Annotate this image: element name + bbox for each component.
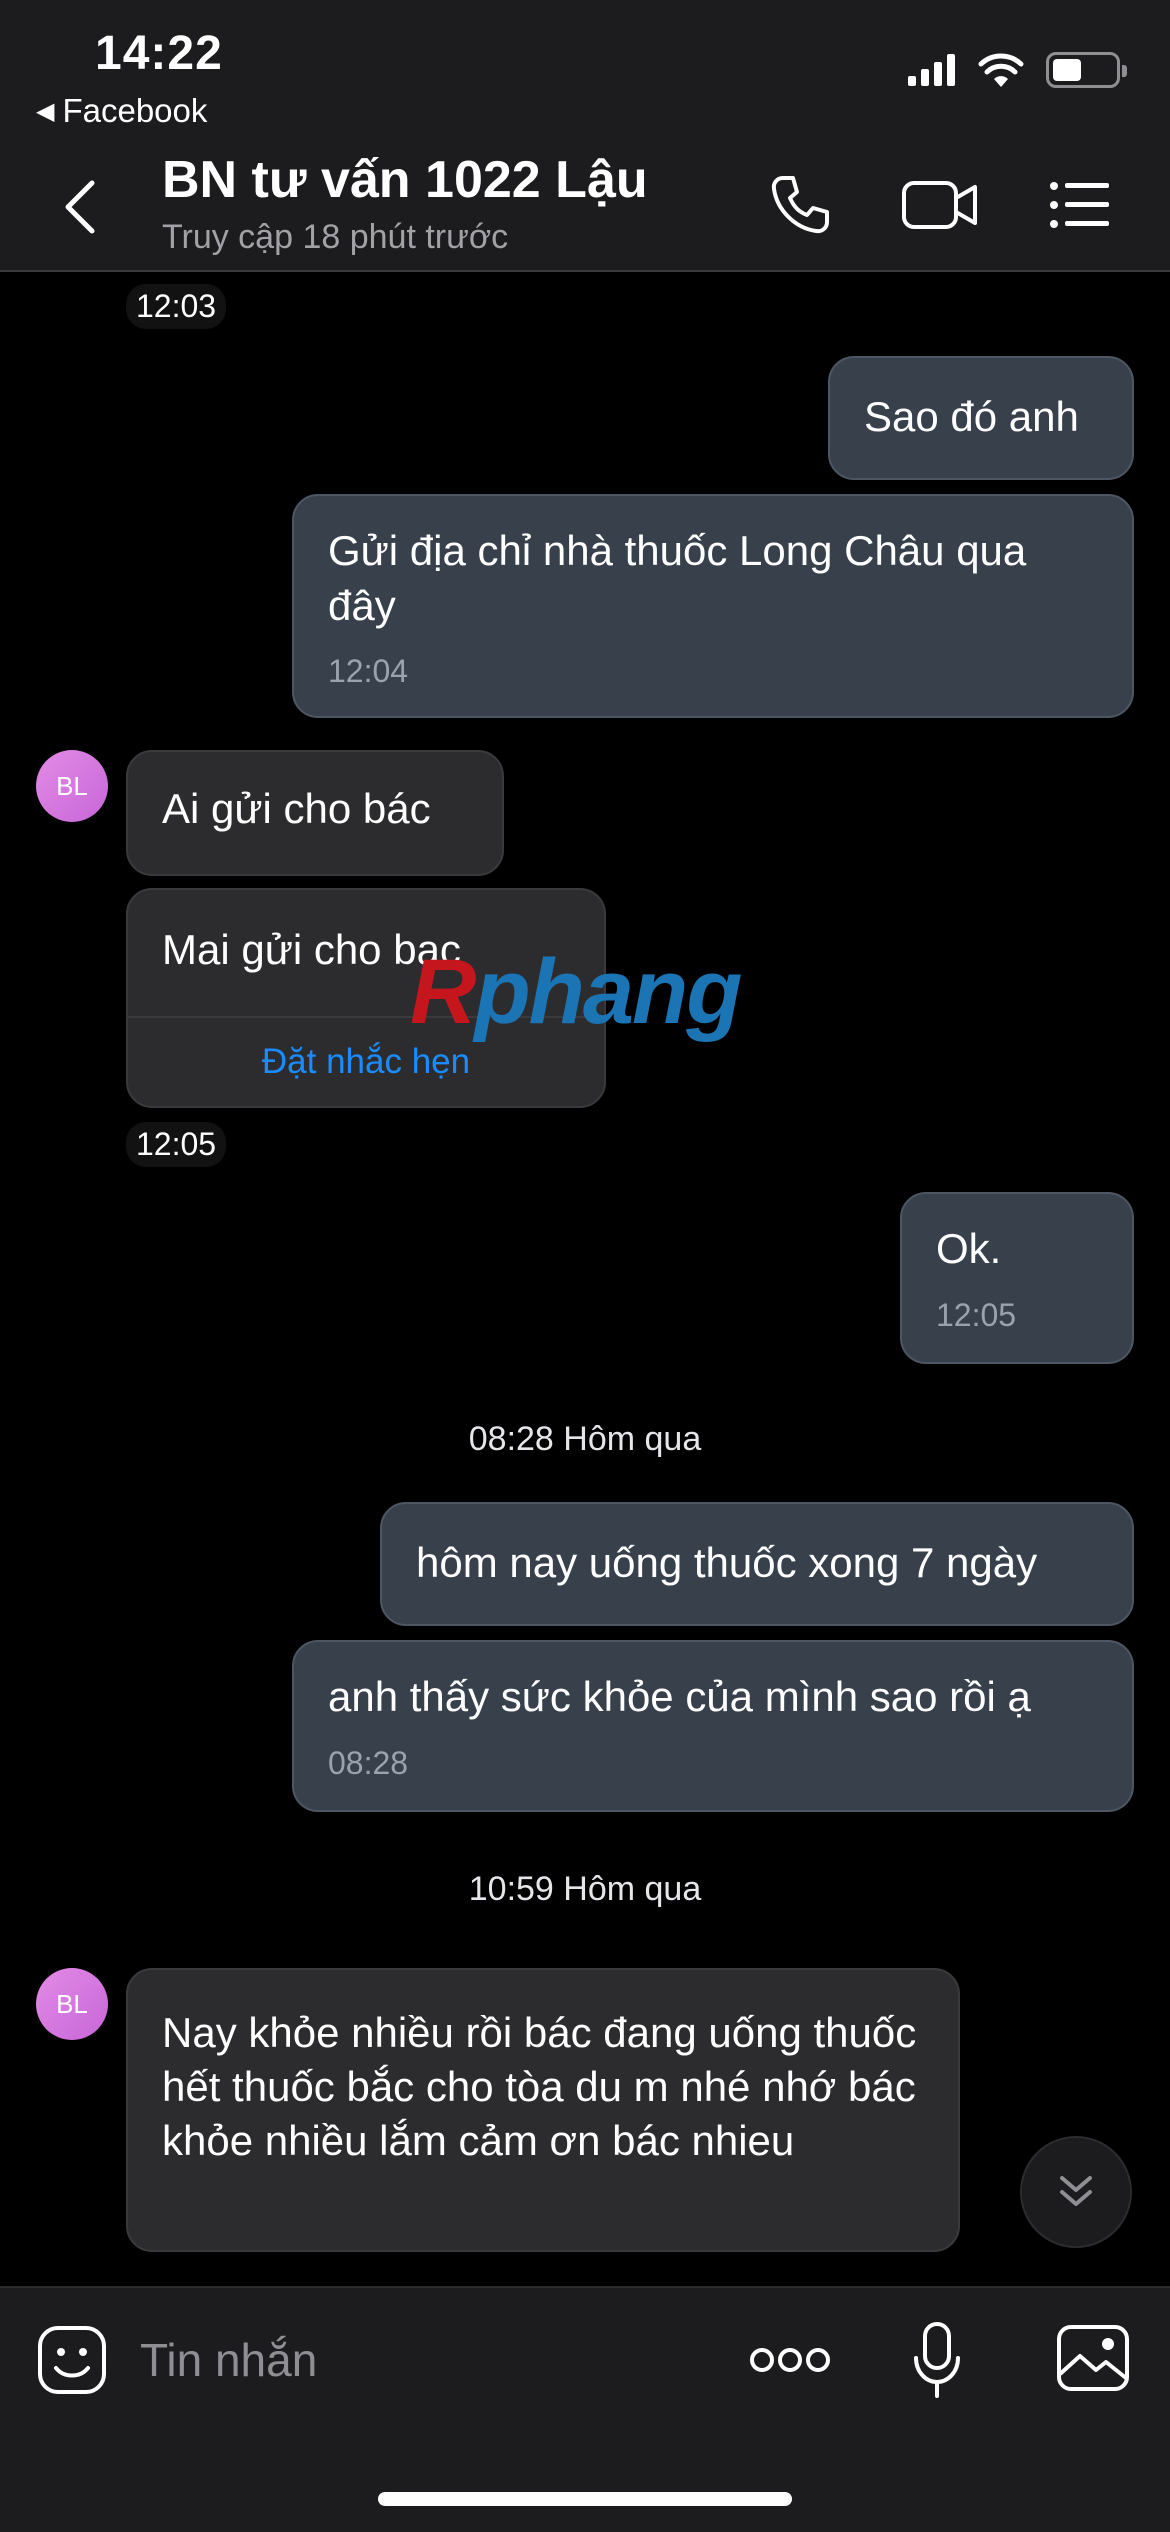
list-menu-icon xyxy=(1050,182,1109,228)
message-input[interactable] xyxy=(140,2328,700,2392)
message-time: 08:28 xyxy=(328,1744,409,1781)
message-list[interactable]: 12:03 Sao đó anh Gửi địa chỉ nhà thuốc L… xyxy=(0,274,1170,2252)
message-text: Gửi địa chỉ nhà thuốc Long Châu qua đây xyxy=(328,527,1027,629)
sticker-button[interactable] xyxy=(36,2324,108,2396)
outgoing-message[interactable]: Gửi địa chỉ nhà thuốc Long Châu qua đây … xyxy=(292,494,1134,718)
incoming-message[interactable]: Ai gửi cho bác xyxy=(126,750,504,876)
send-image-button[interactable] xyxy=(1056,2324,1130,2392)
message-text: Ai gửi cho bác xyxy=(162,785,431,832)
chevron-left-icon xyxy=(65,180,95,234)
avatar[interactable]: BL xyxy=(36,1968,108,2040)
outgoing-message[interactable]: anh thấy sức khỏe của mình sao rồi ạ 08:… xyxy=(292,1640,1134,1812)
date-separator: 10:59 Hôm qua xyxy=(468,1870,702,1908)
avatar[interactable]: BL xyxy=(36,750,108,822)
battery-icon xyxy=(1046,52,1127,88)
status-icons xyxy=(908,52,1127,88)
message-text: Ok. xyxy=(936,1225,1002,1272)
cellular-signal-icon xyxy=(908,54,955,86)
conversation-title[interactable]: BN tư vấn 1022 Lậu xyxy=(162,150,648,210)
incoming-message[interactable]: Nay khỏe nhiều rồi bác đang uống thuốc h… xyxy=(126,1968,960,2252)
message-timestamp: 12:05 xyxy=(126,1122,227,1167)
back-to-app-link[interactable]: ◀ Facebook xyxy=(36,92,207,130)
status-time: 14:22 xyxy=(95,27,223,80)
sticker-face-icon xyxy=(38,2326,106,2394)
composer-bar xyxy=(0,2286,1170,2532)
double-chevron-down-icon xyxy=(1060,2176,1092,2206)
microphone-icon xyxy=(914,2322,960,2398)
conversation-menu-button[interactable] xyxy=(1045,170,1115,240)
wifi-icon xyxy=(978,53,1024,87)
image-gallery-icon xyxy=(1057,2325,1129,2391)
back-triangle-icon: ◀ xyxy=(36,97,55,125)
outgoing-message[interactable]: hôm nay uống thuốc xong 7 ngày xyxy=(380,1502,1134,1626)
scroll-to-bottom-button[interactable] xyxy=(1020,2136,1132,2248)
set-reminder-link[interactable]: Đặt nhắc hẹn xyxy=(128,1042,604,1082)
outgoing-message[interactable]: Sao đó anh xyxy=(828,356,1134,480)
chat-header: 14:22 ◀ Facebook BN tư vấn 1022 Lậu Truy… xyxy=(0,0,1170,272)
date-separator: 08:28 Hôm qua xyxy=(468,1420,702,1458)
voice-call-button[interactable] xyxy=(765,170,835,240)
more-options-button[interactable] xyxy=(748,2338,832,2382)
home-indicator xyxy=(378,2492,792,2506)
back-button[interactable] xyxy=(60,172,116,242)
message-text: Sao đó anh xyxy=(864,393,1079,440)
message-time: 12:04 xyxy=(328,653,409,690)
message-timestamp: 12:03 xyxy=(126,284,227,329)
phone-icon xyxy=(771,176,829,234)
video-camera-icon xyxy=(902,181,977,229)
message-time: 12:05 xyxy=(936,1296,1017,1333)
back-app-label: Facebook xyxy=(62,92,208,129)
message-text: hôm nay uống thuốc xong 7 ngày xyxy=(416,1539,1038,1586)
message-text: anh thấy sức khỏe của mình sao rồi ạ xyxy=(328,1673,1031,1720)
more-dots-icon xyxy=(750,2348,830,2372)
video-call-button[interactable] xyxy=(900,170,980,240)
message-text: Nay khỏe nhiều rồi bác đang uống thuốc h… xyxy=(162,2009,917,2164)
watermark-logo: Rphang xyxy=(410,941,742,1043)
last-active-status: Truy cập 18 phút trước xyxy=(162,218,509,256)
outgoing-message[interactable]: Ok. 12:05 xyxy=(900,1192,1134,1364)
voice-message-button[interactable] xyxy=(912,2320,962,2400)
